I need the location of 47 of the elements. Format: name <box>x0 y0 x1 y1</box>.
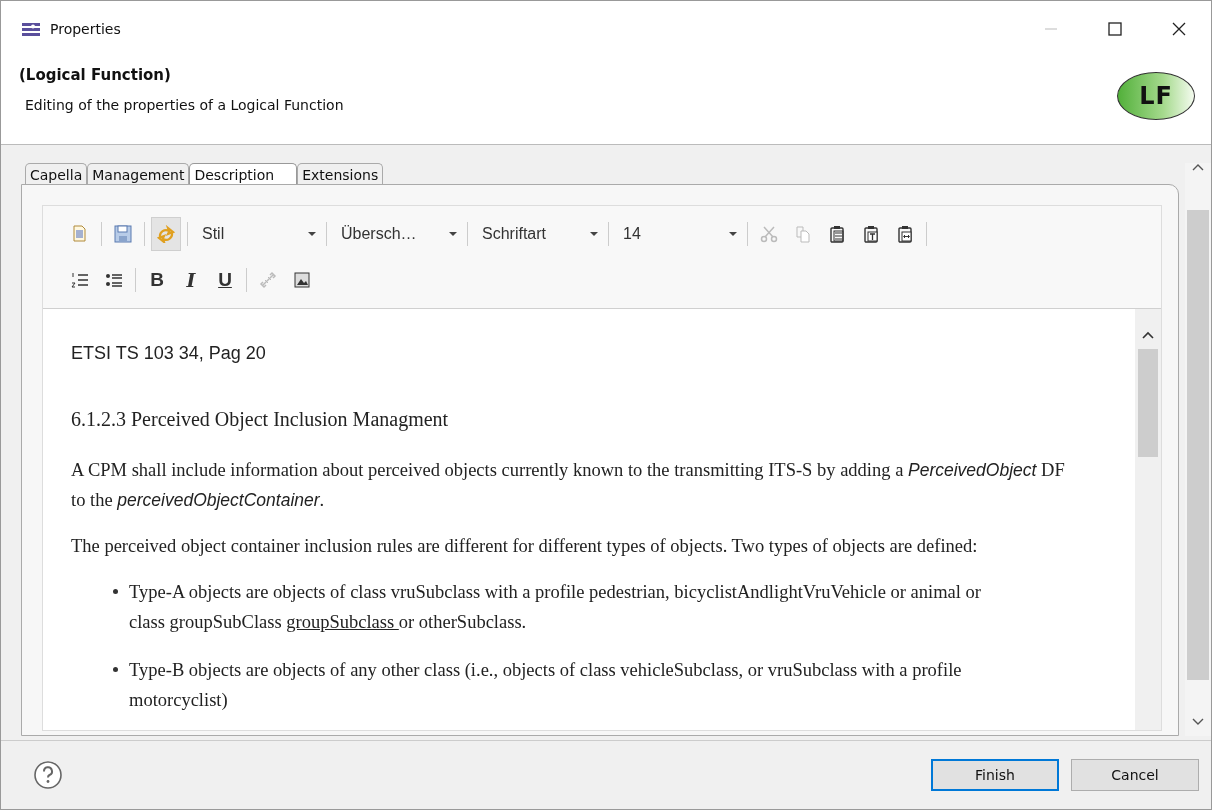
dropdown-caret-icon <box>449 232 457 236</box>
dropdown[interactable]: 14 <box>613 218 743 250</box>
italic-button[interactable]: I <box>176 263 206 297</box>
underline-button[interactable]: U <box>210 263 240 297</box>
finish-button[interactable]: Finish <box>931 759 1059 791</box>
image-icon <box>293 271 311 289</box>
element-badge: LF <box>1117 72 1195 120</box>
dropdown[interactable]: Stil <box>192 218 322 250</box>
dialog-title: (Logical Function) <box>19 66 172 84</box>
section-heading: 6.1.2.3 Perceived Object Inclusion Managment <box>71 408 450 431</box>
tab[interactable]: Management <box>87 163 190 185</box>
cancel-button[interactable]: Cancel <box>1071 759 1199 791</box>
paragraph: The perceived object container inclusion rules are different for different types of objects. Two types of objects are defined: <box>71 535 979 558</box>
document-line: ETSI TS 103 34, Pag 20 <box>71 343 267 364</box>
dropdown-caret-icon <box>590 232 598 236</box>
numbered-list-icon <box>71 271 89 289</box>
tab[interactable]: Extensions <box>297 163 384 185</box>
dropdown-caret-icon <box>308 232 316 236</box>
scroll-up-icon <box>1192 163 1204 171</box>
clipboard-text-icon <box>862 225 880 243</box>
chain-link-icon <box>259 271 277 289</box>
scroll-up-icon <box>1142 331 1154 339</box>
copy-icon <box>794 225 812 243</box>
bullet-icon <box>113 667 118 672</box>
bullet-icon <box>113 589 118 594</box>
properties-icon <box>22 21 40 36</box>
scissors-icon <box>760 225 778 243</box>
help-icon[interactable] <box>33 760 63 790</box>
scroll-down-icon <box>1192 718 1204 726</box>
list-item-text: Type-B objects are objects of any other class (i.e., objects of class vehicleSubclass, or vruSubclass with a profile motorcyclist) <box>129 659 963 712</box>
clipboard-icon <box>828 225 846 243</box>
bold-button[interactable]: B <box>142 263 172 297</box>
list-item-text: Type-A objects are objects of class vruSubclass with a profile pedestrian, bicyclistAndlightVruVehicle or animal or class groupSubClass groupSubclass or otherSubclass. <box>129 581 982 634</box>
bullet-list-icon <box>105 271 123 289</box>
close-icon <box>1172 21 1186 36</box>
tab[interactable]: Capella <box>25 163 88 185</box>
document-icon <box>71 225 89 243</box>
dropdown-caret-icon <box>729 232 737 236</box>
window-title: Properties <box>50 20 121 37</box>
dropdown[interactable]: Schriftart <box>472 218 604 250</box>
dropdown[interactable]: Übersch… <box>331 218 463 250</box>
paragraph: A CPM shall include information about perceived objects currently known to the transmitting ITS-S by adding a PerceivedObject DF to the perceivedObjectContainer. <box>71 459 1066 512</box>
dialog-description: Editing of the properties of a Logical Function <box>25 97 344 113</box>
sync-arrows-icon <box>157 225 175 243</box>
tab[interactable]: Description <box>189 163 298 185</box>
maximize-icon <box>1108 21 1122 36</box>
clipboard-code-icon <box>896 225 914 243</box>
